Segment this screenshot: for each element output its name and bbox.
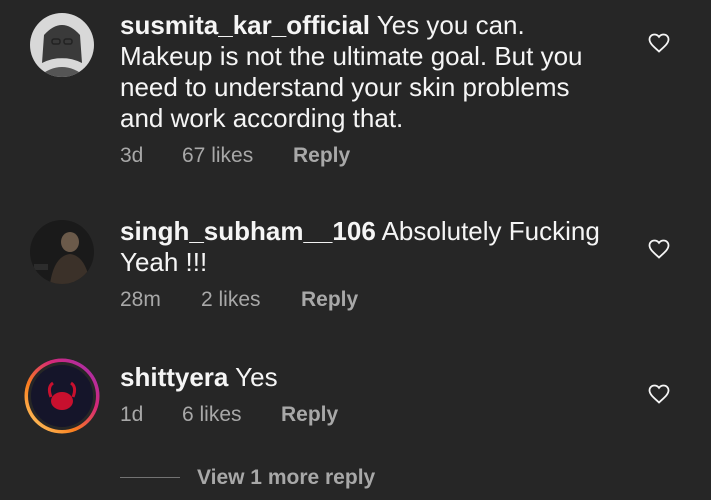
comment-timestamp: 28m [120, 288, 161, 311]
comment-timestamp: 3d [120, 144, 144, 167]
comment-body: singh_subham__106 Absolutely Fucking Yea… [120, 216, 620, 278]
comment-username[interactable]: singh_subham__106 [120, 216, 376, 246]
comment-likes[interactable]: 2 likes [201, 288, 261, 312]
heart-icon[interactable] [647, 31, 671, 55]
comment-body: susmita_kar_official Yes you can. Makeup… [120, 10, 620, 134]
reply-button[interactable]: Reply [293, 144, 350, 168]
reply-button[interactable]: Reply [301, 288, 358, 312]
avatar[interactable] [30, 13, 94, 77]
comment-username[interactable]: shittyera [120, 362, 228, 392]
reply-button[interactable]: Reply [281, 403, 338, 427]
divider [120, 477, 180, 478]
story-ring-profile-photo-icon [24, 358, 100, 434]
comment-likes[interactable]: 67 likes [182, 144, 253, 168]
comment-likes[interactable]: 6 likes [182, 403, 242, 427]
profile-photo-icon [30, 13, 94, 77]
heart-icon[interactable] [647, 382, 671, 406]
story-ring-avatar[interactable] [23, 357, 101, 435]
comment-body: shittyera Yes [120, 362, 620, 393]
heart-icon[interactable] [647, 237, 671, 261]
avatar[interactable] [30, 220, 94, 284]
comment-text: Yes [235, 362, 278, 392]
view-more-replies-label[interactable]: View 1 more reply [197, 466, 375, 490]
comment-username[interactable]: susmita_kar_official [120, 10, 370, 40]
profile-photo-icon [30, 220, 94, 284]
comment-timestamp: 1d [120, 403, 144, 426]
